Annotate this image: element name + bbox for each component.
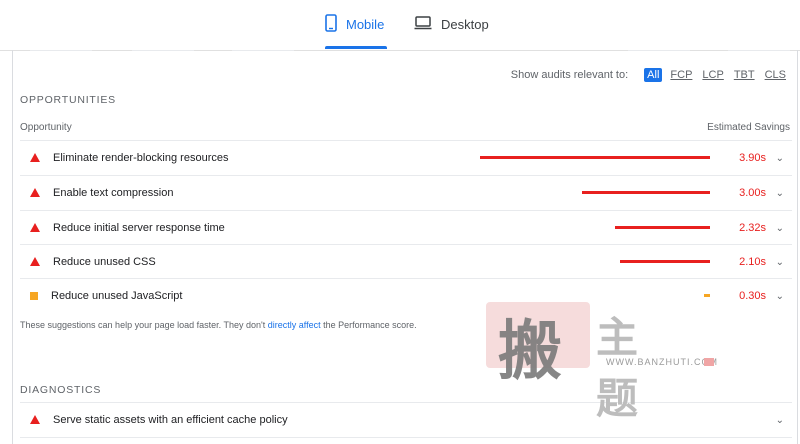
audit-label: Reduce unused CSS [53,256,156,268]
savings-column-header: Estimated Savings [707,122,790,133]
diagnostics-heading: DIAGNOSTICS [20,384,102,396]
fail-triangle-icon [30,415,40,424]
chevron-down-icon: ⌄ [775,290,784,302]
chevron-down-icon: ⌄ [775,187,784,199]
tab-mobile-label: Mobile [346,16,385,32]
savings-bar [620,260,710,263]
card-border-right [797,50,798,444]
tab-bar: Mobile Desktop [0,0,800,51]
savings-bar [480,156,710,159]
watermark-dot [704,358,714,366]
divider-stub [728,50,790,51]
audit-row-text-compression[interactable]: Enable text compression 3.00s ⌄ [20,176,792,210]
filter-lcp[interactable]: LCP [700,68,725,82]
chevron-down-icon: ⌄ [775,414,784,426]
divider-stub [628,50,690,51]
chevron-down-icon: ⌄ [775,152,784,164]
tab-mobile[interactable]: Mobile [325,0,384,48]
audit-row-render-blocking[interactable]: Eliminate render-blocking resources 3.90… [20,141,792,175]
audit-label: Enable text compression [53,187,174,199]
audit-label: Reduce initial server response time [53,222,225,234]
fail-triangle-icon [30,223,40,232]
audit-row-server-response[interactable]: Reduce initial server response time 2.32… [20,211,792,245]
active-tab-indicator [325,46,387,49]
directly-affect-link[interactable]: directly affect [268,320,321,330]
card-border-left [12,50,13,444]
laptop-icon [414,15,432,33]
footnote-text-after: the Performance score. [320,320,417,330]
divider-stub [30,50,92,51]
opportunities-footnote: These suggestions can help your page loa… [20,320,417,330]
audit-row-unused-javascript[interactable]: Reduce unused JavaScript 0.30s ⌄ [20,279,792,313]
opportunity-column-header: Opportunity [20,122,72,133]
fail-triangle-icon [30,257,40,266]
audit-filter-label: Show audits relevant to: [510,69,629,81]
fail-triangle-icon [30,188,40,197]
audit-savings: 0.30s [739,290,766,302]
watermark-big-char: 搬 [498,315,562,387]
divider-stub [132,50,194,51]
audit-label: Serve static assets with an efficient ca… [53,414,288,426]
filter-all[interactable]: All [644,68,663,82]
mobile-phone-icon [325,13,337,35]
audit-label: Eliminate render-blocking resources [53,152,229,164]
tab-desktop[interactable]: Desktop [414,0,489,48]
row-divider [20,437,792,438]
audit-row-unused-css[interactable]: Reduce unused CSS 2.10s ⌄ [20,245,792,279]
audit-savings: 3.00s [739,187,766,199]
footnote-text-before: These suggestions can help your page loa… [20,320,268,330]
average-square-icon [30,292,38,300]
watermark-url: WWW.BANZHUTI.COM [606,357,718,367]
opportunities-heading: OPPORTUNITIES [20,94,116,106]
fail-triangle-icon [30,153,40,162]
audit-savings: 3.90s [739,152,766,164]
filter-cls[interactable]: CLS [763,68,788,82]
audit-filter-bar: Show audits relevant to: All FCP LCP TBT… [511,68,788,82]
savings-bar [582,191,710,194]
divider-stub [232,50,294,51]
savings-bar [615,226,710,229]
audit-savings: 2.10s [739,256,766,268]
chevron-down-icon: ⌄ [775,256,784,268]
audit-row-cache-policy[interactable]: Serve static assets with an efficient ca… [20,403,792,437]
audit-label: Reduce unused JavaScript [51,290,183,302]
audit-savings: 2.32s [739,222,766,234]
filter-tbt[interactable]: TBT [732,68,757,82]
savings-bar [704,294,710,297]
tab-desktop-label: Desktop [441,16,489,32]
chevron-down-icon: ⌄ [775,222,784,234]
filter-fcp[interactable]: FCP [668,68,694,82]
